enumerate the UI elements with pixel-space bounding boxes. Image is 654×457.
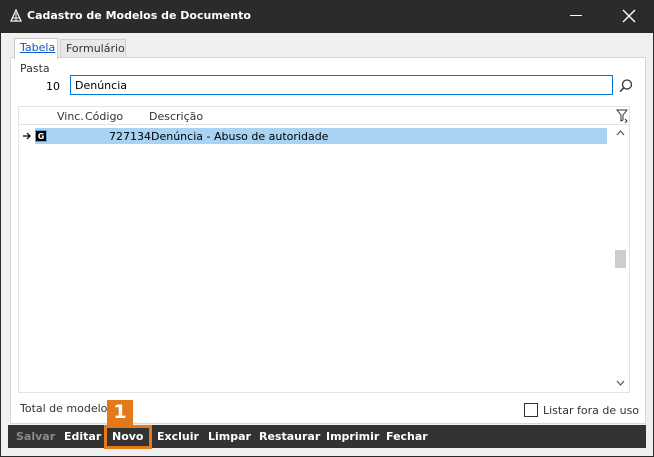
window-body: Tabela Formulário Pasta 10 Vinc. Código … xyxy=(0,33,654,457)
app-logo-icon xyxy=(10,9,22,22)
vertical-scrollbar[interactable] xyxy=(612,126,629,392)
tab-formulario-label: Formulário xyxy=(66,42,125,55)
pasta-code-field[interactable]: 10 xyxy=(20,76,66,97)
column-vinc[interactable]: Vinc. xyxy=(57,110,84,123)
tab-tabela-label: Tabela xyxy=(20,41,56,54)
column-codigo[interactable]: Código xyxy=(85,110,123,123)
salvar-button[interactable]: Salvar xyxy=(16,430,55,443)
total-models-label: Total de modelos xyxy=(20,402,114,415)
novo-highlight-box xyxy=(104,425,152,449)
imprimir-button[interactable]: Imprimir xyxy=(326,430,379,443)
search-icon[interactable] xyxy=(618,78,634,94)
fechar-button[interactable]: Fechar xyxy=(386,430,428,443)
restaurar-button[interactable]: Restaurar xyxy=(259,430,320,443)
checkbox-box[interactable] xyxy=(524,403,538,417)
row-cells[interactable]: G 727134 Denúncia - Abuso de autoridade xyxy=(35,128,607,144)
pasta-label: Pasta xyxy=(20,62,50,75)
filter-icon[interactable] xyxy=(616,109,628,123)
scroll-thumb[interactable] xyxy=(615,250,626,268)
row-codigo: 727134 xyxy=(109,130,151,143)
tab-formulario[interactable]: Formulário xyxy=(60,39,126,58)
limpar-button[interactable]: Limpar xyxy=(208,430,251,443)
step-number-badge: 1 xyxy=(107,400,133,425)
listar-label: Listar fora de uso xyxy=(543,404,640,417)
tab-tabela[interactable]: Tabela xyxy=(14,38,58,59)
grid-header: Vinc. Código Descrição xyxy=(19,107,629,125)
chevron-down-icon[interactable] xyxy=(616,379,625,387)
close-icon[interactable] xyxy=(620,7,638,25)
models-grid: Vinc. Código Descrição G 727134 Denúncia… xyxy=(18,106,630,393)
current-row-arrow-icon xyxy=(23,132,31,140)
table-row[interactable]: G 727134 Denúncia - Abuso de autoridade xyxy=(19,128,607,144)
column-descricao[interactable]: Descrição xyxy=(149,110,203,123)
title-bar: Cadastro de Modelos de Documento xyxy=(0,0,654,33)
editar-button[interactable]: Editar xyxy=(64,430,101,443)
vinc-badge: G xyxy=(35,130,47,142)
chevron-up-icon[interactable] xyxy=(616,129,625,137)
minimize-button[interactable] xyxy=(568,8,584,24)
row-descricao: Denúncia - Abuso de autoridade xyxy=(151,130,329,143)
excluir-button[interactable]: Excluir xyxy=(157,430,199,443)
window-title: Cadastro de Modelos de Documento xyxy=(27,9,251,22)
pasta-input[interactable] xyxy=(70,75,613,95)
